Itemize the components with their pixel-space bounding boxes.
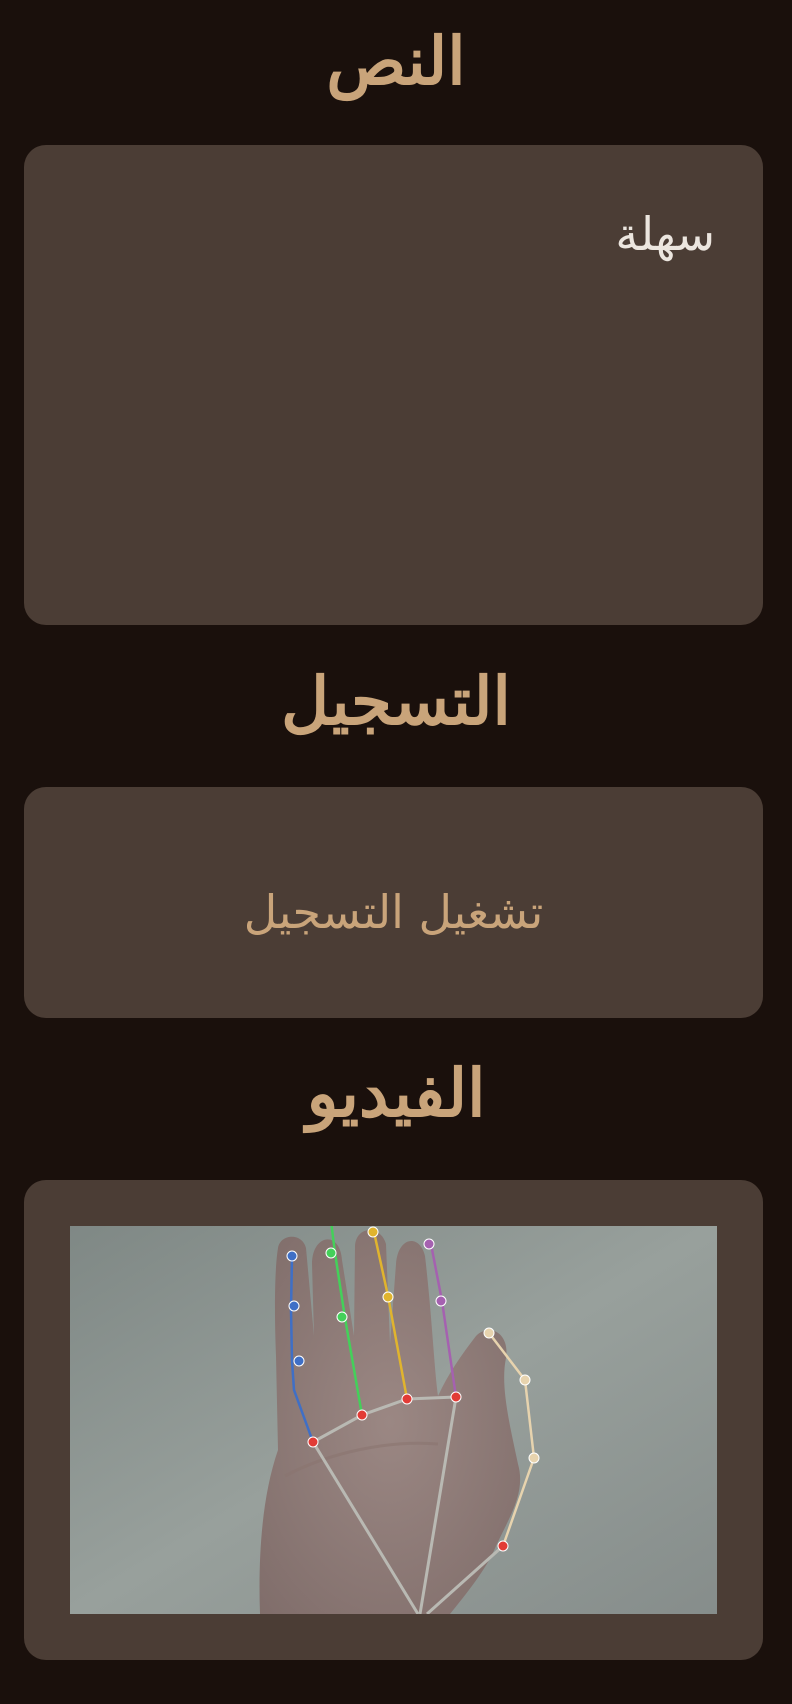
text-section-title: النص bbox=[326, 22, 466, 100]
play-recording-label: تشغيل التسجيل bbox=[243, 885, 544, 939]
text-output-card: سهلة bbox=[24, 145, 763, 625]
transcribed-text: سهلة bbox=[615, 207, 715, 261]
video-card bbox=[24, 1180, 763, 1660]
play-recording-button[interactable]: تشغيل التسجيل bbox=[24, 787, 763, 1018]
recording-section-title: التسجيل bbox=[281, 662, 511, 740]
video-feed bbox=[70, 1226, 717, 1614]
hand-landmark-video bbox=[70, 1226, 717, 1614]
video-section-title: الفيديو bbox=[306, 1054, 486, 1132]
